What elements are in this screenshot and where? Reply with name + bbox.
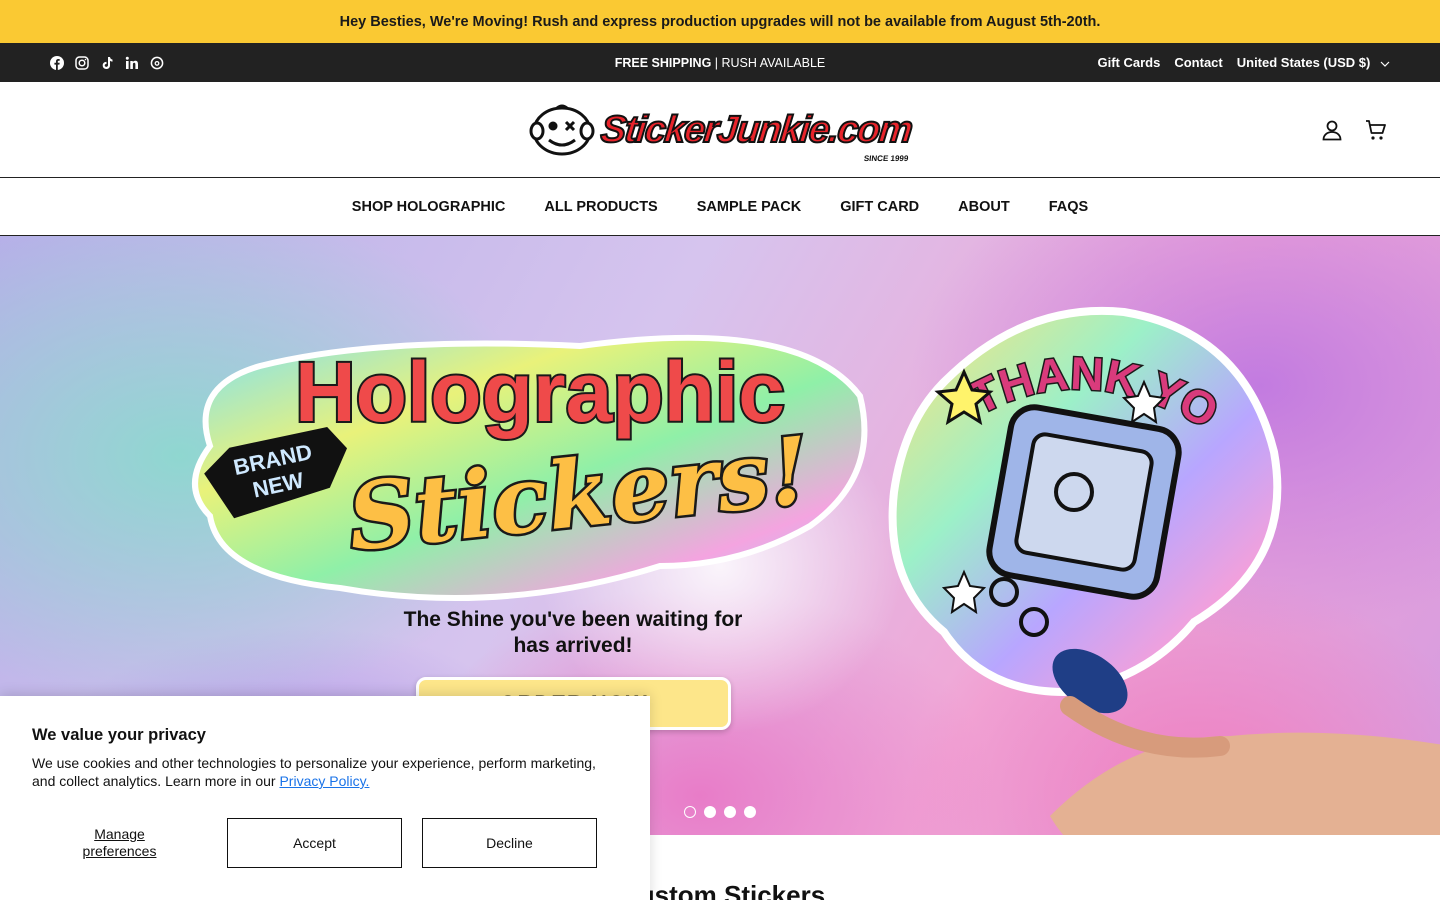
slide-dot-1[interactable] [684,806,696,818]
cookie-title: We value your privacy [32,726,206,744]
site-header: StickerJunkie.com SINCE 1999 [0,82,1440,178]
tiktok-icon[interactable] [100,56,114,70]
contact-link[interactable]: Contact [1174,55,1222,70]
nav-sample-pack[interactable]: SAMPLE PACK [697,199,801,215]
announcement-bar: Hey Besties, We're Moving! Rush and expr… [0,0,1440,43]
slide-dot-3[interactable] [724,806,736,818]
cookie-actions: Manage preferences Accept Decline [32,818,617,868]
monkey-logo-icon [529,104,595,155]
shipping-rest: | RUSH AVAILABLE [711,55,826,70]
logo-wordmark: StickerJunkie.com SINCE 1999 [598,108,915,163]
gift-cards-link[interactable]: Gift Cards [1098,55,1161,70]
manage-line1: Manage [94,826,145,842]
logo-text: StickerJunkie.com [598,108,915,152]
slideshow-dots [684,806,756,818]
logo-since: SINCE 1999 [863,153,909,163]
tagline-line2: has arrived! [513,634,633,657]
cart-icon[interactable] [1364,118,1388,142]
chevron-down-icon [1380,61,1390,67]
holographic-stickers-graphic: Holographic BRAND NEW Stickers! [192,334,868,602]
privacy-policy-link[interactable]: Privacy Policy. [279,773,369,789]
slide-dot-4[interactable] [744,806,756,818]
cookie-body: We use cookies and other technologies to… [32,754,622,790]
instagram-icon[interactable] [75,55,89,70]
section-title: Custom Stickers [620,880,826,900]
decline-button[interactable]: Decline [422,818,597,868]
shipping-bold: FREE SHIPPING [614,55,712,70]
utility-links: Gift Cards Contact United States (USD $) [1098,55,1391,70]
nav-shop-holographic[interactable]: SHOP HOLOGRAPHIC [352,199,506,215]
currency-selector[interactable]: United States (USD $) [1237,55,1390,70]
utility-bar: FREE SHIPPING | RUSH AVAILABLE Gift Card… [0,43,1440,82]
nav-all-products[interactable]: ALL PRODUCTS [544,199,657,215]
manage-line2: preferences [82,843,157,859]
nav-about[interactable]: ABOUT [958,199,1010,215]
accept-button[interactable]: Accept [227,818,402,868]
threads-icon[interactable] [150,56,164,70]
tagline-line1: The Shine you've been waiting for [403,608,743,631]
header-actions [1320,118,1388,142]
account-icon[interactable] [1320,118,1344,142]
nav-faqs[interactable]: FAQS [1049,199,1088,215]
cookie-banner: We value your privacy We use cookies and… [0,696,650,900]
social-links [50,55,164,70]
facebook-icon[interactable] [50,55,64,70]
main-nav: SHOP HOLOGRAPHIC ALL PRODUCTS SAMPLE PAC… [0,178,1440,236]
currency-label: United States (USD $) [1236,55,1371,70]
manage-preferences-link[interactable]: Manage preferences [32,826,207,860]
slide-dot-2[interactable] [704,806,716,818]
linkedin-icon[interactable] [125,56,139,70]
hero-tagline: The Shine you've been waiting for has ar… [373,607,773,659]
hand-image [1050,648,1440,835]
site-logo[interactable]: StickerJunkie.com SINCE 1999 [529,104,915,163]
nav-gift-card[interactable]: GIFT CARD [840,199,919,215]
